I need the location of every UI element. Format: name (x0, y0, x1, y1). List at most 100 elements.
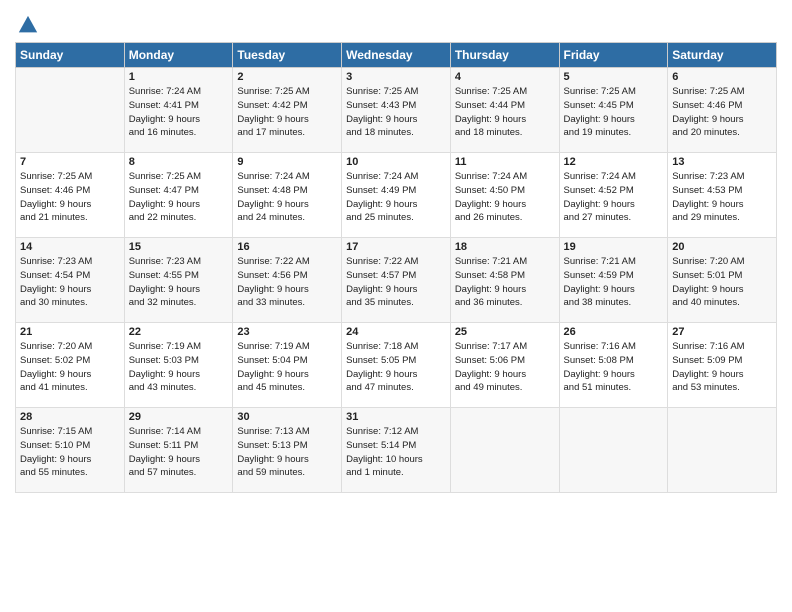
day-number: 12 (564, 156, 664, 168)
day-number: 31 (346, 411, 446, 423)
calendar-cell: 9 Sunrise: 7:24 AM Sunset: 4:48 PM Daylig… (233, 153, 342, 238)
calendar-cell: 20Sunrise: 7:20 AM Sunset: 5:01 PM Dayli… (668, 238, 777, 323)
day-number: 15 (129, 241, 229, 253)
day-info: Sunrise: 7:24 AM Sunset: 4:41 PM Dayligh… (129, 85, 229, 140)
day-number: 29 (129, 411, 229, 423)
day-number: 19 (564, 241, 664, 253)
calendar-cell: 5 Sunrise: 7:25 AM Sunset: 4:45 PM Daylig… (559, 68, 668, 153)
day-header-sunday: Sunday (16, 43, 125, 68)
day-number: 24 (346, 326, 446, 338)
calendar-cell: 18Sunrise: 7:21 AM Sunset: 4:58 PM Dayli… (450, 238, 559, 323)
calendar-cell: 19 Sunrise: 7:21 AM Sunset: 4:59 PM Dayli… (559, 238, 668, 323)
calendar-cell: 17Sunrise: 7:22 AM Sunset: 4:57 PM Dayli… (342, 238, 451, 323)
calendar-cell: 30Sunrise: 7:13 AM Sunset: 5:13 PM Dayli… (233, 408, 342, 493)
calendar-cell: 28 Sunrise: 7:15 AM Sunset: 5:10 PM Dayli… (16, 408, 125, 493)
day-info: Sunrise: 7:19 AM Sunset: 5:04 PM Dayligh… (237, 340, 337, 395)
calendar-cell: 27 Sunrise: 7:16 AM Sunset: 5:09 PM Dayli… (668, 323, 777, 408)
calendar-cell: 12 Sunrise: 7:24 AM Sunset: 4:52 PM Dayli… (559, 153, 668, 238)
calendar-cell: 26 Sunrise: 7:16 AM Sunset: 5:08 PM Dayli… (559, 323, 668, 408)
logo (15, 14, 39, 34)
calendar-cell: 4Sunrise: 7:25 AM Sunset: 4:44 PM Daylig… (450, 68, 559, 153)
week-row-1: 7 Sunrise: 7:25 AM Sunset: 4:46 PM Daylig… (16, 153, 777, 238)
day-info: Sunrise: 7:21 AM Sunset: 4:58 PM Dayligh… (455, 255, 555, 310)
week-row-2: 14Sunrise: 7:23 AM Sunset: 4:54 PM Dayli… (16, 238, 777, 323)
calendar-cell: 14Sunrise: 7:23 AM Sunset: 4:54 PM Dayli… (16, 238, 125, 323)
header (15, 10, 777, 34)
day-info: Sunrise: 7:23 AM Sunset: 4:53 PM Dayligh… (672, 170, 772, 225)
day-number: 14 (20, 241, 120, 253)
day-info: Sunrise: 7:25 AM Sunset: 4:43 PM Dayligh… (346, 85, 446, 140)
calendar-cell (16, 68, 125, 153)
week-row-0: 1 Sunrise: 7:24 AM Sunset: 4:41 PM Daylig… (16, 68, 777, 153)
calendar-cell: 15 Sunrise: 7:23 AM Sunset: 4:55 PM Dayli… (124, 238, 233, 323)
day-info: Sunrise: 7:12 AM Sunset: 5:14 PM Dayligh… (346, 425, 446, 480)
day-info: Sunrise: 7:20 AM Sunset: 5:02 PM Dayligh… (20, 340, 120, 395)
day-number: 7 (20, 156, 120, 168)
week-row-4: 28 Sunrise: 7:15 AM Sunset: 5:10 PM Dayli… (16, 408, 777, 493)
day-info: Sunrise: 7:14 AM Sunset: 5:11 PM Dayligh… (129, 425, 229, 480)
day-info: Sunrise: 7:19 AM Sunset: 5:03 PM Dayligh… (129, 340, 229, 395)
day-info: Sunrise: 7:25 AM Sunset: 4:45 PM Dayligh… (564, 85, 664, 140)
calendar-cell (559, 408, 668, 493)
page-container: SundayMondayTuesdayWednesdayThursdayFrid… (0, 0, 792, 503)
calendar-cell: 16Sunrise: 7:22 AM Sunset: 4:56 PM Dayli… (233, 238, 342, 323)
calendar-cell: 29 Sunrise: 7:14 AM Sunset: 5:11 PM Dayli… (124, 408, 233, 493)
day-number: 30 (237, 411, 337, 423)
day-info: Sunrise: 7:25 AM Sunset: 4:46 PM Dayligh… (672, 85, 772, 140)
day-number: 13 (672, 156, 772, 168)
day-number: 20 (672, 241, 772, 253)
week-row-3: 21 Sunrise: 7:20 AM Sunset: 5:02 PM Dayli… (16, 323, 777, 408)
day-info: Sunrise: 7:25 AM Sunset: 4:42 PM Dayligh… (237, 85, 337, 140)
day-info: Sunrise: 7:16 AM Sunset: 5:09 PM Dayligh… (672, 340, 772, 395)
day-number: 21 (20, 326, 120, 338)
day-info: Sunrise: 7:24 AM Sunset: 4:48 PM Dayligh… (237, 170, 337, 225)
day-info: Sunrise: 7:16 AM Sunset: 5:08 PM Dayligh… (564, 340, 664, 395)
day-number: 22 (129, 326, 229, 338)
day-number: 3 (346, 71, 446, 83)
day-number: 28 (20, 411, 120, 423)
day-header-wednesday: Wednesday (342, 43, 451, 68)
day-header-monday: Monday (124, 43, 233, 68)
day-number: 6 (672, 71, 772, 83)
day-number: 17 (346, 241, 446, 253)
calendar-cell: 22 Sunrise: 7:19 AM Sunset: 5:03 PM Dayli… (124, 323, 233, 408)
day-info: Sunrise: 7:24 AM Sunset: 4:52 PM Dayligh… (564, 170, 664, 225)
calendar-table: SundayMondayTuesdayWednesdayThursdayFrid… (15, 42, 777, 493)
day-number: 27 (672, 326, 772, 338)
day-number: 2 (237, 71, 337, 83)
day-info: Sunrise: 7:21 AM Sunset: 4:59 PM Dayligh… (564, 255, 664, 310)
day-number: 4 (455, 71, 555, 83)
day-number: 1 (129, 71, 229, 83)
day-info: Sunrise: 7:25 AM Sunset: 4:46 PM Dayligh… (20, 170, 120, 225)
calendar-cell: 31 Sunrise: 7:12 AM Sunset: 5:14 PM Dayli… (342, 408, 451, 493)
day-info: Sunrise: 7:24 AM Sunset: 4:50 PM Dayligh… (455, 170, 555, 225)
day-header-friday: Friday (559, 43, 668, 68)
day-number: 26 (564, 326, 664, 338)
day-header-tuesday: Tuesday (233, 43, 342, 68)
day-info: Sunrise: 7:23 AM Sunset: 4:55 PM Dayligh… (129, 255, 229, 310)
calendar-cell: 7 Sunrise: 7:25 AM Sunset: 4:46 PM Daylig… (16, 153, 125, 238)
day-number: 9 (237, 156, 337, 168)
calendar-cell (668, 408, 777, 493)
day-number: 5 (564, 71, 664, 83)
calendar-cell: 21 Sunrise: 7:20 AM Sunset: 5:02 PM Dayli… (16, 323, 125, 408)
calendar-cell: 10Sunrise: 7:24 AM Sunset: 4:49 PM Dayli… (342, 153, 451, 238)
calendar-cell (450, 408, 559, 493)
day-number: 11 (455, 156, 555, 168)
calendar-cell: 23 Sunrise: 7:19 AM Sunset: 5:04 PM Dayli… (233, 323, 342, 408)
logo-icon (17, 14, 39, 36)
calendar-cell: 24 Sunrise: 7:18 AM Sunset: 5:05 PM Dayli… (342, 323, 451, 408)
day-header-saturday: Saturday (668, 43, 777, 68)
calendar-cell: 11 Sunrise: 7:24 AM Sunset: 4:50 PM Dayli… (450, 153, 559, 238)
day-number: 25 (455, 326, 555, 338)
calendar-cell: 8Sunrise: 7:25 AM Sunset: 4:47 PM Daylig… (124, 153, 233, 238)
calendar-cell: 1 Sunrise: 7:24 AM Sunset: 4:41 PM Daylig… (124, 68, 233, 153)
calendar-cell: 13 Sunrise: 7:23 AM Sunset: 4:53 PM Dayli… (668, 153, 777, 238)
day-info: Sunrise: 7:18 AM Sunset: 5:05 PM Dayligh… (346, 340, 446, 395)
day-info: Sunrise: 7:24 AM Sunset: 4:49 PM Dayligh… (346, 170, 446, 225)
day-header-thursday: Thursday (450, 43, 559, 68)
day-info: Sunrise: 7:15 AM Sunset: 5:10 PM Dayligh… (20, 425, 120, 480)
day-number: 23 (237, 326, 337, 338)
calendar-cell: 3 Sunrise: 7:25 AM Sunset: 4:43 PM Daylig… (342, 68, 451, 153)
day-info: Sunrise: 7:17 AM Sunset: 5:06 PM Dayligh… (455, 340, 555, 395)
